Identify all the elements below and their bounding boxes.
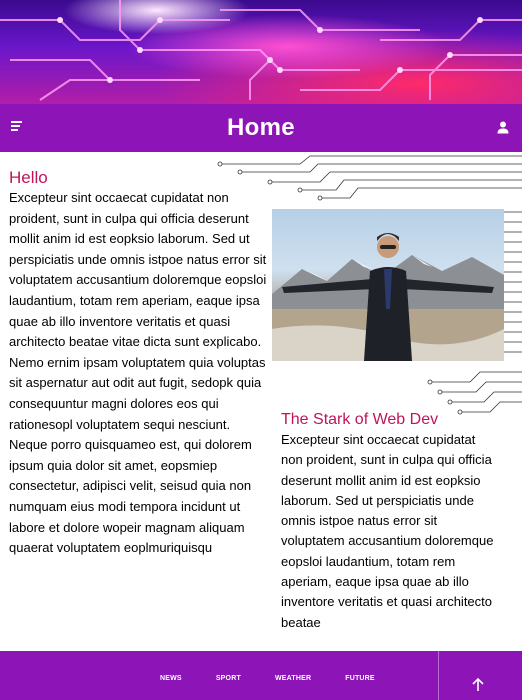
section-heading: Hello (9, 168, 48, 187)
intro-section: Hello Excepteur sint occaecat cupidatat … (9, 168, 271, 559)
menu-icon[interactable] (11, 121, 23, 133)
arrow-up-icon[interactable] (470, 677, 486, 693)
footer-link-future[interactable]: FUTURE (345, 675, 375, 682)
page-title: Home (227, 114, 295, 141)
feature-section: The Stark of Web Dev Excepteur sint occa… (281, 410, 496, 633)
footer-divider (438, 651, 439, 700)
footer-link-sport[interactable]: SPORT (216, 675, 241, 682)
footer-nav: NEWS SPORT WEATHER FUTURE (160, 675, 409, 682)
intro-paragraph: Excepteur sint occaecat cupidatat non pr… (9, 190, 267, 556)
circuit-board-image (0, 0, 522, 101)
feature-photo (272, 209, 504, 361)
footer-bar: NEWS SPORT WEATHER FUTURE (0, 651, 522, 700)
hero-banner (0, 0, 522, 104)
feature-paragraph: Excepteur sint occaecat cupidatat non pr… (281, 432, 494, 630)
user-icon[interactable] (497, 121, 509, 134)
feature-heading: The Stark of Web Dev (281, 411, 439, 428)
top-navbar: Home (0, 104, 522, 152)
footer-link-weather[interactable]: WEATHER (275, 675, 311, 682)
footer-link-news[interactable]: NEWS (160, 675, 182, 682)
